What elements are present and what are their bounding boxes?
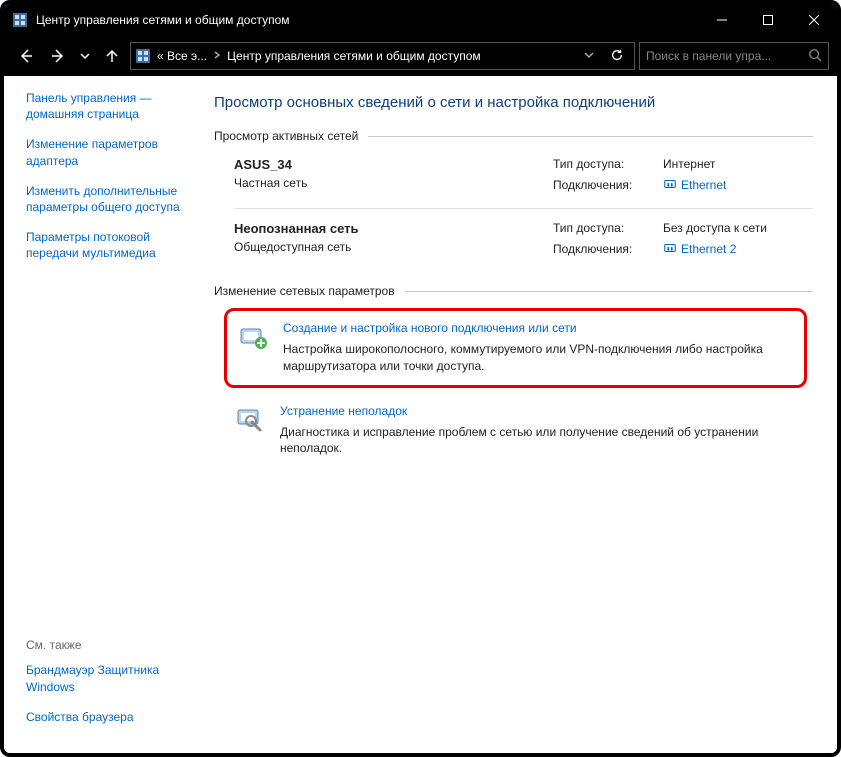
navbar: « Все э... Центр управления сетями и общ… (4, 36, 837, 76)
maximize-button[interactable] (745, 4, 791, 36)
network-block: ASUS_34 Частная сеть Тип доступа: Интерн… (214, 147, 813, 206)
task-desc: Диагностика и исправление проблем с сеть… (280, 424, 793, 458)
new-connection-icon (237, 321, 269, 353)
connection-link[interactable]: Ethernet (663, 177, 813, 192)
see-also-label: См. также (26, 638, 194, 652)
address-bar[interactable]: « Все э... Центр управления сетями и общ… (130, 42, 635, 70)
sidebar-link-internet-options[interactable]: Свойства браузера (26, 709, 194, 725)
connections-label: Подключения: (553, 178, 663, 192)
task-new-connection[interactable]: Создание и настройка нового подключения … (224, 308, 807, 388)
change-settings-label: Изменение сетевых параметров (214, 284, 395, 298)
divider (405, 291, 813, 292)
access-type-label: Тип доступа: (553, 221, 663, 235)
back-button[interactable] (12, 42, 40, 70)
connection-link[interactable]: Ethernet 2 (663, 241, 813, 256)
breadcrumb-prefix[interactable]: « Все э... (157, 49, 207, 63)
active-networks-section: Просмотр активных сетей (214, 129, 813, 143)
address-dropdown[interactable] (580, 49, 598, 63)
sidebar-home-link[interactable]: Панель управления — домашняя страница (26, 90, 194, 122)
access-type-value: Интернет (663, 157, 813, 171)
search-input[interactable]: Поиск в панели упра... (639, 42, 829, 70)
network-name: Неопознанная сеть (234, 221, 533, 236)
forward-button[interactable] (44, 42, 72, 70)
search-icon (808, 48, 822, 65)
recent-dropdown[interactable] (76, 42, 94, 70)
window: Центр управления сетями и общим доступом (0, 0, 841, 757)
minimize-button[interactable] (699, 4, 745, 36)
access-type-label: Тип доступа: (553, 157, 663, 171)
divider (368, 136, 813, 137)
network-category: Частная сеть (234, 176, 533, 190)
chevron-right-icon (213, 51, 221, 62)
network-category: Общедоступная сеть (234, 240, 533, 254)
divider (234, 208, 813, 209)
app-icon (12, 12, 28, 28)
task-desc: Настройка широкополосного, коммутируемог… (283, 341, 790, 375)
sidebar-link-media-streaming[interactable]: Параметры потоковой передачи мультимедиа (26, 229, 194, 261)
task-title[interactable]: Создание и настройка нового подключения … (283, 321, 577, 335)
sidebar: Панель управления — домашняя страница Из… (4, 76, 204, 753)
page-heading: Просмотр основных сведений о сети и наст… (214, 94, 813, 111)
network-name: ASUS_34 (234, 157, 533, 172)
change-settings-section: Изменение сетевых параметров (214, 284, 813, 298)
active-networks-label: Просмотр активных сетей (214, 129, 358, 143)
task-troubleshoot[interactable]: Устранение неполадок Диагностика и испра… (224, 394, 807, 468)
control-panel-icon (135, 48, 151, 64)
titlebar: Центр управления сетями и общим доступом (4, 4, 837, 36)
sidebar-link-firewall[interactable]: Брандмауэр Защитника Windows (26, 662, 194, 694)
task-title[interactable]: Устранение неполадок (280, 404, 407, 418)
close-button[interactable] (791, 4, 837, 36)
body: Панель управления — домашняя страница Из… (4, 76, 837, 753)
sidebar-link-sharing-settings[interactable]: Изменить дополнительные параметры общего… (26, 183, 194, 215)
up-button[interactable] (98, 42, 126, 70)
ethernet-icon (663, 177, 677, 191)
breadcrumb-current[interactable]: Центр управления сетями и общим доступом (227, 49, 481, 63)
main: Просмотр основных сведений о сети и наст… (204, 76, 837, 753)
refresh-button[interactable] (604, 48, 630, 65)
ethernet-icon (663, 241, 677, 255)
window-title: Центр управления сетями и общим доступом (36, 13, 699, 27)
troubleshoot-icon (234, 404, 266, 436)
connections-label: Подключения: (553, 242, 663, 256)
sidebar-link-adapter-settings[interactable]: Изменение параметров адаптера (26, 136, 194, 168)
network-block: Неопознанная сеть Общедоступная сеть Тип… (214, 211, 813, 270)
access-type-value: Без доступа к сети (663, 221, 813, 235)
search-placeholder: Поиск в панели упра... (646, 49, 802, 63)
